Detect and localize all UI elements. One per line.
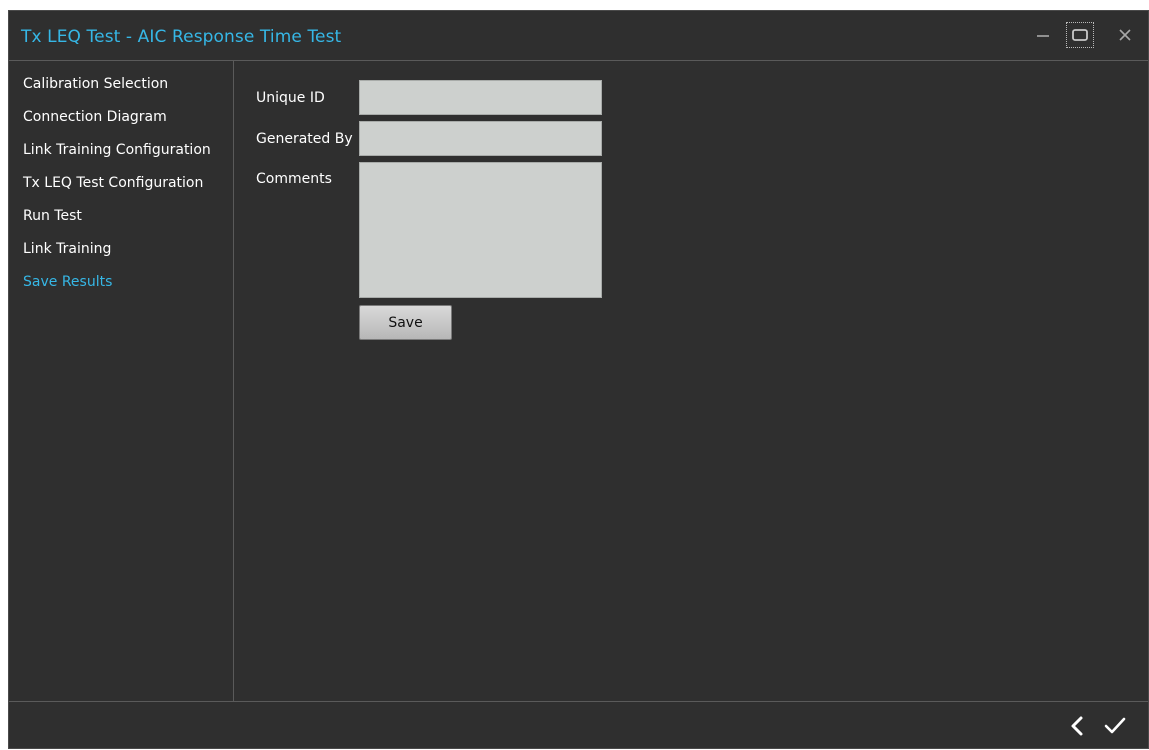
minimize-icon [1037, 35, 1049, 37]
generated-by-label: Generated By [256, 131, 353, 147]
sidebar-item-save-results[interactable]: Save Results [23, 274, 112, 290]
checkmark-icon [1104, 717, 1126, 734]
back-button[interactable] [1063, 712, 1091, 740]
maximize-icon [1072, 29, 1088, 41]
maximize-button[interactable] [1066, 22, 1094, 48]
window-title: Tx LEQ Test - AIC Response Time Test [21, 27, 342, 47]
close-icon [1119, 29, 1131, 41]
unique-id-label: Unique ID [256, 90, 325, 106]
title-bar: Tx LEQ Test - AIC Response Time Test [9, 11, 1148, 61]
sidebar-item-link-training[interactable]: Link Training [23, 241, 111, 257]
sidebar-item-calibration-selection[interactable]: Calibration Selection [23, 76, 168, 92]
comments-textarea[interactable] [359, 162, 602, 298]
close-button[interactable] [1111, 22, 1139, 48]
dialog-window: Tx LEQ Test - AIC Response Time Test Cal… [8, 10, 1149, 749]
footer-bar [9, 701, 1148, 750]
save-button[interactable]: Save [359, 305, 452, 340]
unique-id-input[interactable] [359, 80, 602, 115]
chevron-left-icon [1071, 716, 1083, 736]
sidebar-item-run-test[interactable]: Run Test [23, 208, 82, 224]
minimize-button[interactable] [1029, 22, 1057, 48]
comments-label: Comments [256, 171, 332, 187]
sidebar-item-link-training-configuration[interactable]: Link Training Configuration [23, 142, 211, 158]
generated-by-input[interactable] [359, 121, 602, 156]
sidebar-item-tx-leq-test-configuration[interactable]: Tx LEQ Test Configuration [23, 175, 203, 191]
sidebar-nav: Calibration Selection Connection Diagram… [9, 61, 234, 701]
sidebar-item-connection-diagram[interactable]: Connection Diagram [23, 109, 167, 125]
save-results-panel: Unique ID Generated By Comments Save [234, 61, 1148, 701]
finish-button[interactable] [1101, 712, 1129, 740]
